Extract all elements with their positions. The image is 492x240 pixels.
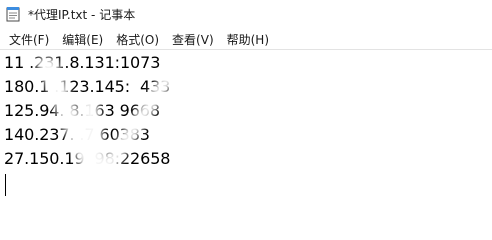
text-line: 125.94. 8.163 9668 xyxy=(4,101,160,120)
menu-view[interactable]: 查看(V) xyxy=(167,29,219,50)
menu-bar: 文件(F) 编辑(E) 格式(O) 查看(V) 帮助(H) xyxy=(0,29,277,49)
text-line: 140.237. .7 60383 xyxy=(4,125,150,144)
text-caret xyxy=(5,174,6,196)
menu-edit[interactable]: 编辑(E) xyxy=(57,29,108,50)
menu-help[interactable]: 帮助(H) xyxy=(222,29,274,50)
notepad-icon xyxy=(6,6,20,22)
window-title: *代理IP.txt - 记事本 xyxy=(28,7,136,22)
menu-format[interactable]: 格式(O) xyxy=(111,29,164,50)
text-line: 180.1 .123.145: 433 xyxy=(4,77,171,96)
menu-file[interactable]: 文件(F) xyxy=(4,29,54,50)
notepad-window: *代理IP.txt - 记事本 文件(F) 编辑(E) 格式(O) 查看(V) … xyxy=(0,0,492,219)
text-line: 11 .231.8.131:1073 xyxy=(4,53,161,72)
text-content: 11 .231.8.131:1073 180.1 .123.145: 433 1… xyxy=(4,51,170,171)
text-editor-area[interactable]: 11 .231.8.131:1073 180.1 .123.145: 433 1… xyxy=(0,50,492,219)
title-bar[interactable]: *代理IP.txt - 记事本 xyxy=(0,0,492,28)
text-line: 27.150.19 98:22658 xyxy=(4,149,171,168)
